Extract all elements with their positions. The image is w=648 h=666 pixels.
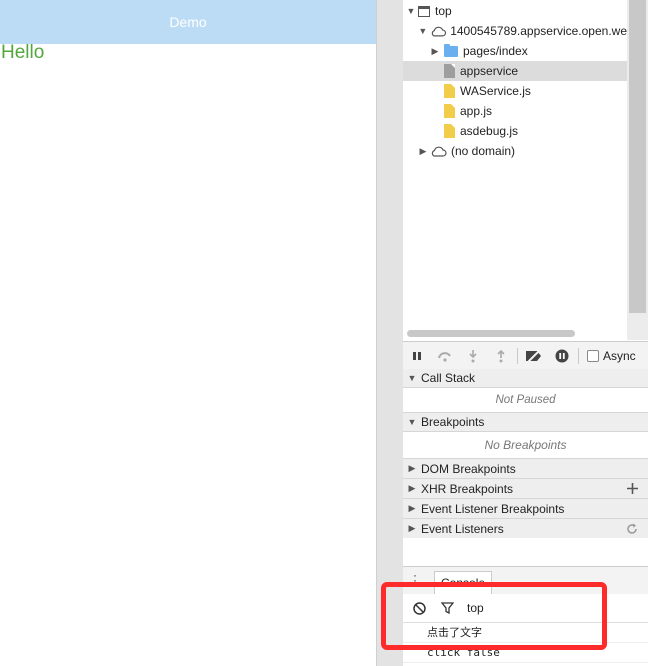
triangle-right-icon: ▶	[408, 463, 416, 473]
deactivate-breakpoints-button[interactable]	[520, 342, 548, 370]
tree-item-label: top	[435, 4, 452, 18]
pane-title: Event Listener Breakpoints	[421, 501, 565, 516]
event-listener-breakpoints-header[interactable]: ▶ Event Listener Breakpoints	[403, 499, 648, 519]
refresh-icon	[627, 523, 637, 534]
tree-item-domain[interactable]: ▼ 1400545789.appservice.open.we	[403, 21, 627, 41]
block-icon	[413, 601, 426, 615]
triangle-down-icon: ▼	[407, 417, 417, 427]
file-icon	[444, 64, 455, 78]
triangle-down-icon: ▼	[407, 373, 417, 383]
step-into-icon	[469, 349, 477, 362]
tree-item-label: asdebug.js	[460, 124, 519, 138]
pane-title: Call Stack	[421, 371, 476, 385]
event-listeners-header[interactable]: ▶ Event Listeners	[403, 519, 648, 539]
pane-title: Breakpoints	[421, 415, 485, 429]
triangle-right-icon[interactable]: ▶	[430, 46, 440, 57]
devtools-panel: ▼ top ▼ 1400545789.appservice.open.we ▶ …	[403, 0, 648, 666]
more-tabs-icon[interactable]: · · ·	[413, 569, 419, 591]
tree-item-no-domain[interactable]: ▶ (no domain)	[403, 141, 627, 161]
context-selector[interactable]: top	[467, 601, 484, 615]
triangle-right-icon: ▶	[408, 523, 416, 533]
step-out-button[interactable]	[487, 342, 515, 370]
tree-item-asdebug-js[interactable]: asdebug.js	[403, 121, 627, 141]
triangle-down-icon[interactable]: ▼	[418, 26, 428, 36]
step-over-button[interactable]	[431, 342, 459, 370]
filter-button[interactable]	[441, 602, 454, 614]
async-checkbox[interactable]	[587, 350, 599, 362]
js-file-icon	[444, 84, 455, 98]
folder-icon	[444, 43, 458, 57]
hello-text[interactable]: Hello	[1, 42, 44, 64]
js-file-icon	[444, 124, 455, 138]
call-stack-empty: Not Paused	[403, 388, 648, 413]
plus-icon	[627, 483, 638, 494]
tree-item-top[interactable]: ▼ top	[403, 1, 627, 21]
sources-tree: ▼ top ▼ 1400545789.appservice.open.we ▶ …	[403, 0, 627, 340]
async-label: Async	[603, 349, 636, 363]
tree-item-label: 1400545789.appservice.open.we	[450, 24, 627, 38]
dom-breakpoints-header[interactable]: ▶ DOM Breakpoints	[403, 459, 648, 479]
nav-bar: Demo	[0, 0, 376, 44]
tree-item-label: WAService.js	[460, 84, 531, 98]
pane-title: Event Listeners	[421, 521, 504, 536]
js-file-icon	[444, 104, 455, 118]
pane-title: XHR Breakpoints	[421, 481, 514, 496]
pause-on-exceptions-button[interactable]	[548, 342, 576, 370]
tree-item-label: pages/index	[463, 44, 528, 58]
frame-icon	[418, 5, 430, 17]
pane-title: DOM Breakpoints	[421, 461, 516, 476]
panel-gutter	[377, 0, 403, 666]
pause-exceptions-icon	[555, 349, 569, 363]
tree-item-label: (no domain)	[451, 144, 516, 158]
step-into-button[interactable]	[459, 342, 487, 370]
console-message: 点击了文字	[403, 622, 648, 643]
console-message: click false	[403, 642, 648, 663]
debugger-toolbar: Async	[403, 341, 648, 371]
tree-item-appservice[interactable]: appservice	[403, 61, 627, 81]
drawer-tabbar: · · · Console	[403, 566, 648, 595]
clear-console-button[interactable]	[413, 601, 426, 615]
cloud-icon	[431, 26, 446, 36]
step-out-icon	[497, 349, 505, 362]
breakpoints-header[interactable]: ▼ Breakpoints	[403, 413, 648, 432]
tree-item-label: appservice	[460, 64, 519, 78]
tree-item-app-js[interactable]: app.js	[403, 101, 627, 121]
triangle-right-icon: ▶	[408, 483, 416, 493]
pause-icon	[413, 352, 421, 360]
vertical-scrollbar-thumb[interactable]	[629, 0, 646, 313]
sidebar-empty-area	[403, 538, 648, 566]
nav-title: Demo	[169, 14, 207, 30]
step-over-icon	[438, 352, 451, 362]
filter-icon	[441, 602, 454, 614]
breakpoint-deactivate-icon	[526, 350, 541, 362]
triangle-down-icon[interactable]: ▼	[406, 6, 416, 16]
refresh-listeners-button[interactable]	[626, 519, 638, 538]
xhr-breakpoints-header[interactable]: ▶ XHR Breakpoints	[403, 479, 648, 499]
triangle-right-icon: ▶	[408, 503, 416, 513]
pause-button[interactable]	[403, 342, 431, 370]
cloud-icon	[431, 146, 447, 157]
horizontal-scrollbar[interactable]	[407, 330, 575, 337]
console-message-text: 点击了文字	[427, 626, 482, 639]
triangle-right-icon[interactable]: ▶	[418, 146, 428, 157]
call-stack-header[interactable]: ▼ Call Stack	[403, 369, 648, 388]
tree-item-waservice-js[interactable]: WAService.js	[403, 81, 627, 101]
tab-console[interactable]: Console	[434, 571, 493, 594]
tree-item-pages-index[interactable]: ▶ pages/index	[403, 41, 627, 61]
add-xhr-breakpoint-button[interactable]	[627, 479, 638, 498]
breakpoints-empty: No Breakpoints	[403, 432, 648, 459]
console-message-text: click false	[427, 645, 500, 659]
tree-item-label: app.js	[460, 104, 493, 118]
simulator-panel: Demo Hello	[0, 0, 377, 666]
console-toolbar: top	[403, 594, 648, 623]
